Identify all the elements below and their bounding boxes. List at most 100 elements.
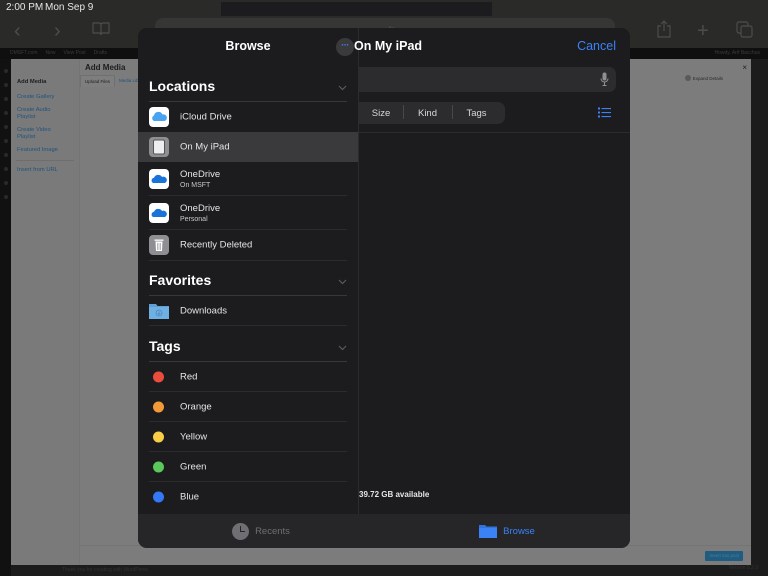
tag-color-dot (153, 461, 164, 473)
wp-menu-add-media[interactable]: Add Media (11, 79, 79, 86)
row-label: Orange (180, 401, 212, 413)
tabs-icon[interactable] (736, 21, 753, 38)
tab-recents[interactable]: Recents (138, 514, 384, 548)
bookmarks-icon[interactable] (92, 22, 110, 36)
share-icon[interactable] (657, 20, 671, 38)
storage-available: 39.72 GB available (359, 490, 430, 499)
location-on-my-ipad[interactable]: On My iPad (138, 132, 358, 162)
wp-expand-details[interactable]: Expand Details (684, 75, 723, 81)
new-tab-icon[interactable]: + (697, 20, 709, 42)
folder-title: On My iPad (354, 39, 423, 53)
row-text: OneDrive On MSFT (180, 169, 220, 189)
tag-yellow[interactable]: Yellow (138, 422, 358, 452)
sidebar-title: Browse (225, 39, 271, 53)
wp-menu-divider (16, 160, 74, 161)
tab-browse[interactable]: Browse (384, 514, 630, 548)
chevron-down-icon[interactable] (338, 343, 347, 352)
wp-footer-thanks: Thank you for creating with WordPress. (62, 567, 150, 573)
sort-tags[interactable]: Tags (452, 104, 501, 119)
wp-admin-item[interactable]: New (46, 48, 56, 59)
tab-label: Browse (503, 525, 535, 537)
expand-icon (684, 75, 691, 81)
back-icon[interactable]: ‹ (14, 20, 21, 42)
browse-sidebar: Browse ··· Locations iCloud Drive On My … (138, 28, 359, 514)
insert-into-post-button[interactable]: Insert into post (705, 551, 743, 561)
toolbar-divider (359, 132, 630, 133)
row-label: OneDrive (180, 203, 221, 214)
wp-admin-item[interactable]: View Post (64, 48, 86, 59)
row-label: On My iPad (180, 141, 230, 153)
chevron-down-icon[interactable] (338, 277, 347, 286)
location-recently-deleted[interactable]: Recently Deleted (138, 230, 358, 260)
wp-admin-item[interactable]: DMSFT.com (10, 48, 38, 59)
row-label: Green (180, 461, 207, 473)
wp-media-footer: Insert into post (80, 545, 751, 565)
wp-menu-item[interactable]: Insert from URL (11, 167, 79, 174)
row-sublabel: Personal (180, 216, 208, 223)
wp-tab-upload[interactable]: Upload Files (80, 75, 116, 87)
list-view-icon[interactable] (598, 107, 611, 118)
wp-admin-sidebar (0, 59, 11, 576)
wp-version: Version 5.2.3 (728, 565, 758, 571)
ipad-screen: 2:00 PM Mon Sep 9 16% ‹ › aconsoft.com +… (0, 0, 768, 576)
status-date: Mon Sep 9 (45, 2, 94, 13)
favorite-downloads[interactable]: Downloads (138, 296, 358, 326)
wp-menu-item[interactable]: Create Gallery (11, 94, 79, 101)
sidebar-header: Browse ··· (138, 28, 358, 66)
wp-media-menu: Add Media Create Gallery Create Audio Pl… (11, 59, 80, 565)
search-input[interactable] (359, 67, 616, 92)
row-label: Downloads (180, 305, 227, 317)
cancel-button[interactable]: Cancel (577, 39, 616, 53)
wp-menu-item[interactable]: Create Video Playlist (11, 127, 61, 141)
file-browser-pane: On My iPad Cancel Size Kind Tags 39.72 G… (354, 28, 630, 514)
wp-menu-item[interactable]: Create Audio Playlist (11, 107, 61, 121)
row-label: Red (180, 371, 198, 383)
more-options-button[interactable]: ··· (336, 38, 354, 56)
tag-green[interactable]: Green (138, 452, 358, 482)
section-locations[interactable]: Locations (149, 66, 347, 102)
tag-color-dot (153, 491, 164, 503)
tab-label: Recents (255, 525, 290, 537)
section-label: Tags (149, 338, 181, 354)
folder-icon (479, 525, 498, 538)
row-text: OneDrive Personal (180, 203, 220, 223)
sort-size[interactable]: Size (359, 108, 403, 119)
wp-media-title: Add Media (85, 63, 126, 72)
chevron-down-icon[interactable] (338, 83, 347, 92)
wp-close-icon[interactable]: × (742, 63, 747, 72)
expand-label: Expand Details (692, 75, 723, 81)
tag-list: Red Orange Yellow Green Blue (138, 362, 358, 512)
tag-blue[interactable]: Blue (138, 482, 358, 512)
location-icloud-drive[interactable]: iCloud Drive (138, 102, 358, 132)
row-label: Recently Deleted (180, 239, 253, 251)
wp-admin-item[interactable]: Drafts (94, 48, 107, 59)
section-favorites[interactable]: Favorites (149, 260, 347, 296)
tag-color-dot (153, 371, 164, 383)
tab-bar: Recents Browse (138, 514, 630, 548)
sort-kind[interactable]: Kind (403, 104, 452, 119)
row-sublabel: On MSFT (180, 182, 211, 189)
row-label: Blue (180, 491, 200, 503)
wp-menu-item[interactable]: Featured Image (11, 147, 79, 154)
location-onedrive-msft[interactable]: OneDrive On MSFT (138, 162, 358, 196)
location-onedrive-personal[interactable]: OneDrive Personal (138, 196, 358, 230)
icloud-icon (149, 107, 169, 127)
ipad-icon (149, 137, 169, 157)
tag-color-dot (153, 431, 164, 443)
trash-icon (149, 235, 169, 255)
section-label: Locations (149, 78, 216, 94)
files-picker-sheet: Browse ··· Locations iCloud Drive On My … (138, 28, 630, 548)
row-label: iCloud Drive (180, 111, 232, 123)
tag-color-dot (153, 401, 164, 413)
row-label: Yellow (180, 431, 208, 443)
forward-icon[interactable]: › (54, 20, 61, 42)
section-tags[interactable]: Tags (149, 326, 347, 362)
wp-howdy[interactable]: Howdy, Arif Bacchus (715, 48, 760, 59)
clock-icon (232, 522, 250, 540)
section-label: Favorites (149, 272, 212, 288)
tag-orange[interactable]: Orange (138, 392, 358, 422)
microphone-icon[interactable] (600, 72, 609, 87)
status-time: 2:00 PM (6, 2, 44, 13)
sort-segmented-control: Size Kind Tags (359, 102, 505, 124)
tag-red[interactable]: Red (138, 362, 358, 392)
